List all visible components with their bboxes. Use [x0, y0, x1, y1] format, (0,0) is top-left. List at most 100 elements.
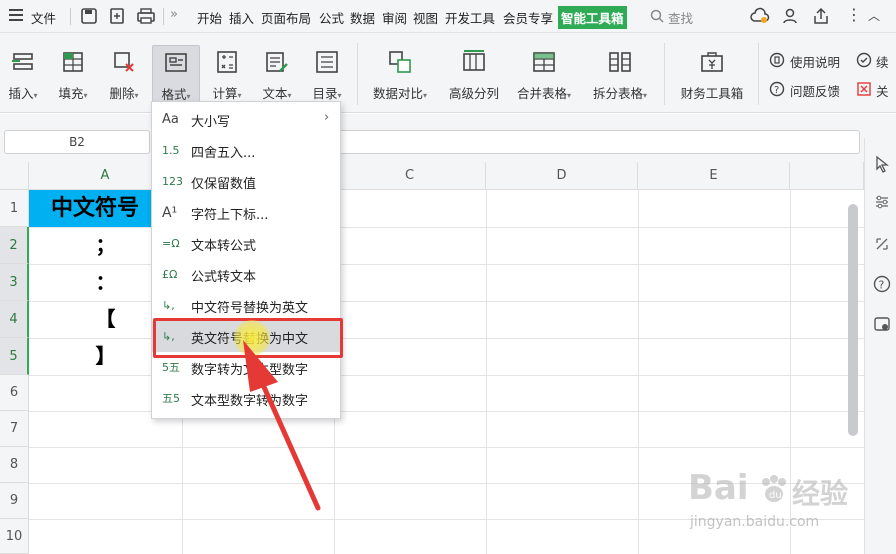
formula-to-text-icon: £Ω	[162, 268, 178, 281]
menu-item-label: 中文符号替换为英文	[191, 301, 309, 316]
tab-developer[interactable]: 开发工具	[445, 8, 495, 27]
close-box-icon[interactable]	[856, 81, 872, 97]
row-header-4[interactable]: 4	[0, 301, 29, 338]
settings-sliders-icon[interactable]	[874, 194, 890, 210]
transform-icon[interactable]	[874, 236, 890, 252]
caret-icon: ▾	[83, 91, 88, 100]
text-to-number-icon: 五5	[162, 392, 180, 405]
caret-icon: ▾	[237, 91, 242, 100]
more-icon[interactable]: ⋮	[846, 5, 862, 24]
more-arrows-icon[interactable]: »	[170, 7, 178, 22]
insert-label: 插入	[8, 86, 34, 101]
menu-item-round[interactable]: 1.5 四舍五入...	[152, 135, 340, 166]
renew-link[interactable]: 续	[876, 52, 889, 71]
text-button[interactable]: 文本▾	[254, 45, 300, 105]
tab-review[interactable]: 审阅	[382, 8, 407, 27]
svg-text:?: ?	[774, 85, 779, 96]
column-header-e[interactable]: E	[638, 162, 790, 190]
svg-text:?: ?	[879, 279, 885, 292]
tab-member[interactable]: 会员专享	[503, 8, 553, 27]
menu-item-label: 公式转文本	[191, 270, 257, 285]
toc-button[interactable]: 目录▾	[304, 45, 350, 105]
insert-icon	[12, 53, 33, 70]
format-button[interactable]: 格式▾	[152, 45, 200, 105]
advanced-split-label: 高级分列	[448, 86, 499, 101]
merge-tables-label: 合并表格	[516, 86, 567, 101]
cursor-select-icon[interactable]	[874, 155, 890, 173]
collapse-icon[interactable]: ︿	[868, 7, 880, 24]
ribbon-separator	[758, 43, 759, 105]
feedback-icon[interactable]: ?	[769, 81, 785, 97]
menu-item-cn-to-en-symbols[interactable]: ↳, 中文符号替换为英文	[152, 290, 340, 321]
data-compare-button[interactable]: 数据对比▾	[366, 45, 434, 105]
menu-item-formula-to-text[interactable]: £Ω 公式转文本	[152, 259, 340, 290]
calculate-button[interactable]: 计算▾	[203, 45, 251, 105]
search-icon[interactable]	[650, 9, 664, 23]
close-link[interactable]: 关	[876, 81, 889, 100]
file-menu[interactable]: 文件	[31, 8, 56, 27]
fill-button[interactable]: 填充▾	[50, 45, 96, 105]
arrow-annotation	[243, 340, 321, 511]
insert-button[interactable]: 插入▾	[0, 45, 46, 105]
row-header-9[interactable]: 9	[0, 483, 29, 519]
delete-label: 删除	[109, 86, 135, 101]
check-icon[interactable]	[856, 52, 872, 68]
ribbon: 插入▾ 填充▾ 删除▾ 格式▾ 计算▾ 文本▾ 目录▾ 数据对比▾ 高级分列 合…	[0, 33, 896, 113]
select-all-corner[interactable]	[0, 162, 29, 190]
tab-insert[interactable]: 插入	[229, 8, 254, 27]
menu-item-text-to-formula[interactable]: =Ω 文本转公式	[152, 228, 340, 259]
vertical-scrollbar[interactable]	[846, 202, 860, 552]
finance-toolbox-button[interactable]: 财务工具箱	[674, 45, 750, 105]
column-header-f[interactable]	[790, 162, 864, 190]
help-circle-icon[interactable]: ?	[873, 275, 891, 293]
menu-item-case[interactable]: Aa 大小写 ›	[152, 104, 340, 135]
hamburger-mid	[9, 14, 23, 16]
tab-formula[interactable]: 公式	[319, 8, 344, 27]
save-icon[interactable]	[80, 7, 98, 25]
finance-toolbox-label: 财务工具箱	[680, 86, 744, 101]
export-icon[interactable]	[108, 7, 126, 25]
help-guide-link[interactable]: 使用说明	[790, 52, 840, 71]
row-header-8[interactable]: 8	[0, 447, 29, 483]
row-header-7[interactable]: 7	[0, 411, 29, 447]
search-label[interactable]: 查找	[668, 8, 693, 27]
column-header-d[interactable]: D	[486, 162, 638, 190]
split-table-icon	[609, 52, 631, 72]
name-box[interactable]: B2	[4, 130, 150, 154]
split-tables-button[interactable]: 拆分表格▾	[586, 45, 654, 105]
column-header-c[interactable]: C	[334, 162, 486, 190]
tab-view[interactable]: 视图	[413, 8, 438, 27]
tab-data[interactable]: 数据	[350, 8, 375, 27]
formula-bar: B2	[0, 114, 896, 162]
merge-tables-button[interactable]: 合并表格▾	[510, 45, 578, 105]
tab-smart-toolbox[interactable]: 智能工具箱	[558, 6, 627, 29]
share-icon[interactable]	[812, 7, 830, 25]
delete-button[interactable]: 删除▾	[101, 45, 147, 105]
user-share-icon[interactable]	[782, 7, 800, 25]
formula-input[interactable]	[338, 130, 860, 154]
row-header-5[interactable]: 5	[0, 338, 29, 375]
row-header-2[interactable]: 2	[0, 227, 29, 264]
print-icon[interactable]	[136, 7, 156, 25]
scrollbar-thumb[interactable]	[848, 204, 858, 436]
delete-icon	[114, 52, 134, 72]
feedback-link[interactable]: 问题反馈	[790, 81, 840, 100]
row-header-6[interactable]: 6	[0, 375, 29, 411]
caret-icon: ▾	[567, 91, 572, 100]
tab-page-layout[interactable]: 页面布局	[261, 8, 311, 27]
advanced-split-button[interactable]: 高级分列	[442, 45, 506, 105]
tab-home[interactable]: 开始	[197, 8, 222, 27]
watermark-brand-cn: 经验	[792, 477, 849, 510]
menu-item-superscript[interactable]: A¹ 字符上下标...	[152, 197, 340, 228]
image-tool-icon[interactable]	[873, 315, 891, 333]
caret-icon: ▾	[186, 92, 191, 101]
row-header-10[interactable]: 10	[0, 519, 29, 554]
help-guide-icon[interactable]	[769, 52, 785, 68]
row-header-1[interactable]: 1	[0, 190, 29, 227]
menu-item-label: 仅保留数值	[191, 177, 257, 192]
row-header-3[interactable]: 3	[0, 264, 29, 301]
menu-item-keep-values[interactable]: 123 仅保留数值	[152, 166, 340, 197]
calculate-label: 计算	[212, 86, 238, 101]
text-edit-icon	[266, 52, 288, 72]
cloud-sync-icon[interactable]	[750, 7, 770, 25]
